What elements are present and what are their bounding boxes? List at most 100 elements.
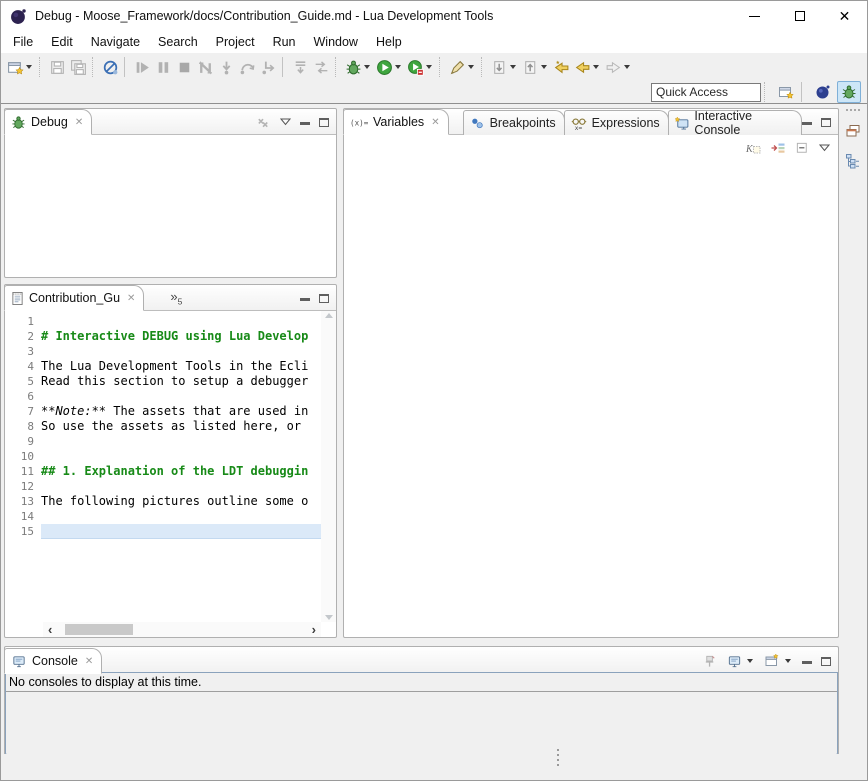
show-logical-structures-button[interactable] [770, 140, 786, 156]
step-return-button[interactable] [258, 55, 279, 79]
suspend-button[interactable] [153, 55, 174, 79]
editor-line[interactable]: 11## 1. Explanation of the LDT debuggin [5, 464, 336, 479]
scroll-up-icon[interactable] [325, 313, 333, 318]
new-wizard-button[interactable] [5, 55, 36, 79]
editor-line[interactable]: 3 [5, 344, 336, 359]
open-perspective-button[interactable] [774, 81, 798, 103]
minimize-window-button[interactable] [732, 1, 777, 31]
disconnect-button[interactable] [195, 55, 216, 79]
menu-edit[interactable]: Edit [42, 33, 82, 51]
last-edit-location-button[interactable] [551, 55, 572, 79]
dropdown-arrow-icon[interactable] [468, 65, 474, 69]
close-tab-icon[interactable]: ✕ [75, 117, 83, 128]
editor-line[interactable]: 5Read this section to setup a debugger [5, 374, 336, 389]
lua-perspective-button[interactable] [811, 81, 835, 103]
editor-line[interactable]: 10 [5, 449, 336, 464]
dropdown-arrow-icon[interactable] [26, 65, 32, 69]
menu-help[interactable]: Help [367, 33, 411, 51]
debug-button[interactable] [343, 55, 374, 79]
outline-view-button[interactable] [842, 151, 864, 171]
tab-console[interactable]: Console ✕ [4, 648, 102, 674]
debug-perspective-button[interactable] [837, 81, 861, 103]
dropdown-arrow-icon[interactable] [510, 65, 516, 69]
menu-window[interactable]: Window [305, 33, 367, 51]
close-tab-icon[interactable]: ✕ [431, 117, 439, 128]
menu-file[interactable]: File [4, 33, 42, 51]
tab-breakpoints[interactable]: Breakpoints [463, 110, 565, 135]
editor-line[interactable]: 4The Lua Development Tools in the Ecli [5, 359, 336, 374]
close-tab-icon[interactable]: ✕ [127, 293, 135, 304]
display-selected-console-button[interactable] [727, 654, 755, 669]
save-all-button[interactable] [68, 55, 89, 79]
view-menu-button[interactable] [819, 144, 830, 152]
scroll-right-icon[interactable]: › [307, 623, 321, 636]
previous-annotation-button[interactable] [520, 55, 551, 79]
view-menu-button[interactable] [280, 118, 291, 126]
maximize-view-button[interactable] [821, 657, 831, 666]
minimize-view-button[interactable] [802, 122, 812, 126]
scrollbar-thumb[interactable] [65, 624, 133, 635]
tab-contribution-guide[interactable]: Contribution_Gu ✕ [4, 285, 144, 311]
pin-console-button[interactable] [703, 654, 718, 669]
editor-line[interactable]: 7**Note:** The assets that are used in [5, 404, 336, 419]
step-into-button[interactable] [216, 55, 237, 79]
editor-line[interactable]: 13The following pictures outline some o [5, 494, 336, 509]
menu-search[interactable]: Search [149, 33, 207, 51]
status-grip-handle[interactable] [557, 749, 559, 766]
dropdown-arrow-icon[interactable] [541, 65, 547, 69]
menu-project[interactable]: Project [207, 33, 264, 51]
editor-text-area[interactable]: 12# Interactive DEBUG using Lua Develop3… [5, 311, 336, 637]
quick-access-input[interactable] [651, 83, 761, 102]
dropdown-arrow-icon[interactable] [364, 65, 370, 69]
terminate-button[interactable] [174, 55, 195, 79]
trim-drag-handle[interactable] [846, 109, 860, 111]
scroll-left-icon[interactable]: ‹ [43, 623, 57, 636]
dropdown-arrow-icon[interactable] [624, 65, 630, 69]
editor-line[interactable]: 8So use the assets as listed here, or [5, 419, 336, 434]
menu-run[interactable]: Run [264, 33, 305, 51]
show-type-names-button[interactable]: K [745, 140, 761, 156]
next-annotation-button[interactable] [489, 55, 520, 79]
forward-button[interactable] [603, 55, 634, 79]
editor-line[interactable]: 2# Interactive DEBUG using Lua Develop [5, 329, 336, 344]
restore-view-button[interactable] [842, 121, 864, 141]
editor-line[interactable]: 6 [5, 389, 336, 404]
editor-line[interactable]: 15 [5, 524, 336, 539]
run-button[interactable] [374, 55, 405, 79]
editor-line[interactable]: 14 [5, 509, 336, 524]
maximize-view-button[interactable] [319, 118, 329, 127]
tab-debug[interactable]: Debug ✕ [4, 109, 92, 135]
use-step-filters-button[interactable] [311, 55, 332, 79]
remove-all-terminated-button[interactable] [256, 115, 271, 130]
tab-interactive-console[interactable]: Interactive Console [668, 110, 802, 135]
tab-variables[interactable]: (x)= Variables ✕ [343, 109, 449, 135]
minimize-view-button[interactable] [300, 122, 310, 126]
editor-line[interactable]: 12 [5, 479, 336, 494]
back-button[interactable] [572, 55, 603, 79]
maximize-window-button[interactable] [777, 1, 822, 31]
dropdown-arrow-icon[interactable] [426, 65, 432, 69]
editor-line[interactable]: 9 [5, 434, 336, 449]
editor-horizontal-scrollbar[interactable]: ‹ › [43, 622, 321, 637]
maximize-view-button[interactable] [821, 118, 831, 127]
editor-overflow-chevron[interactable]: »5 [170, 289, 182, 307]
external-tools-button[interactable] [447, 55, 478, 79]
resume-button[interactable] [132, 55, 153, 79]
minimize-view-button[interactable] [802, 661, 812, 665]
step-over-button[interactable] [237, 55, 258, 79]
save-button[interactable] [47, 55, 68, 79]
editor-line[interactable]: 1 [5, 314, 336, 329]
close-tab-icon[interactable]: ✕ [85, 656, 93, 667]
close-window-button[interactable]: ✕ [822, 1, 867, 31]
open-console-button[interactable] [764, 653, 793, 669]
collapse-all-button[interactable] [795, 141, 810, 156]
coverage-button[interactable] [405, 55, 436, 79]
drop-to-frame-button[interactable] [290, 55, 311, 79]
maximize-view-button[interactable] [319, 294, 329, 303]
tab-expressions[interactable]: x= Expressions [564, 110, 669, 135]
minimize-view-button[interactable] [300, 298, 310, 302]
dropdown-arrow-icon[interactable] [395, 65, 401, 69]
editor-vertical-scrollbar[interactable] [321, 311, 336, 622]
scroll-down-icon[interactable] [325, 615, 333, 620]
skip-all-breakpoints-button[interactable] [100, 55, 121, 79]
